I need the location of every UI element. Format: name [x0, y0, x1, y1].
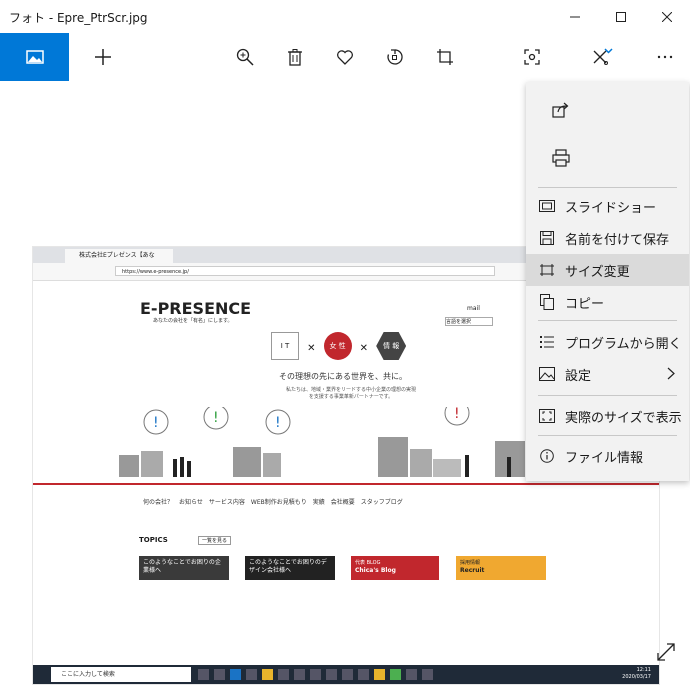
- browser-tab: 株式会社Eプレゼンス【あな: [65, 249, 173, 263]
- edit-dropdown-button[interactable]: [603, 33, 623, 81]
- chevron-down-icon: [604, 48, 613, 54]
- site-card-1: このようなことでお困りの企業様へ: [139, 556, 229, 580]
- site-logo: E-PRESENCE: [140, 299, 252, 318]
- site-card-3-title: Chica's Blog: [355, 567, 396, 574]
- zoom-in-icon: [236, 48, 254, 66]
- site-divider: [33, 483, 659, 485]
- menu-item-label: 設定: [565, 368, 592, 384]
- menu-item-open-with[interactable]: プログラムから開く: [526, 326, 689, 358]
- crop-icon: [437, 49, 453, 65]
- menu-separator: [538, 395, 677, 396]
- visual-search-button[interactable]: [512, 33, 552, 81]
- heart-icon: [337, 50, 353, 65]
- site-tagline: その理想の先にある世界を、共に。: [279, 372, 407, 381]
- slideshow-icon: [539, 200, 555, 212]
- favorite-button[interactable]: [325, 33, 365, 81]
- rotate-icon: [387, 49, 403, 65]
- title-bar: フォト - Epre_PtrScr.jpg: [0, 0, 690, 33]
- minimize-icon: [570, 16, 580, 17]
- menu-separator: [538, 435, 677, 436]
- window-title: フォト - Epre_PtrScr.jpg: [9, 11, 148, 25]
- windows-taskbar: ここに入力して検索 12:11 2020/03/17: [33, 665, 659, 684]
- resize-icon: [540, 264, 554, 276]
- site-lang-select: 言語を選択: [445, 317, 493, 326]
- trash-icon: [288, 49, 302, 66]
- taskbar-search: ここに入力して検索: [51, 667, 191, 682]
- maximize-icon: [616, 11, 626, 22]
- close-button[interactable]: [644, 0, 690, 33]
- menu-item-copy[interactable]: コピー: [526, 286, 689, 318]
- menu-item-actual-size[interactable]: 実際のサイズで表示: [526, 400, 689, 432]
- site-card-4-title: Recruit: [460, 567, 485, 574]
- delete-button[interactable]: [275, 33, 315, 81]
- menu-separator: [538, 320, 677, 321]
- svg-text:!: !: [454, 407, 460, 422]
- site-description: 私たちは、地域・業界をリードする中小企業の理想の実現を支援する事業革新パートナー…: [286, 387, 417, 400]
- svg-text:!: !: [213, 410, 219, 426]
- menu-item-settings[interactable]: 設定: [526, 358, 689, 390]
- menu-separator: [538, 187, 677, 188]
- taskbar-icons: [198, 669, 433, 680]
- site-card-3: 代表 BLOG Chica's Blog: [351, 556, 439, 580]
- taskbar-date: 2020/03/17: [622, 674, 651, 680]
- site-card-3-small: 代表 BLOG: [355, 560, 381, 566]
- open-with-icon: [540, 336, 554, 348]
- expand-icon: [657, 643, 675, 661]
- close-icon: [662, 11, 672, 22]
- more-options-menu: スライドショー 名前を付けて保存 サイズ変更 コピー プログラムから開く 設定 …: [526, 82, 689, 481]
- fullscreen-button[interactable]: [652, 638, 680, 666]
- more-button[interactable]: [645, 33, 685, 81]
- site-card-4: 採用情報 Recruit: [456, 556, 546, 580]
- picture-icon: [25, 50, 44, 64]
- rotate-button[interactable]: [375, 33, 415, 81]
- it-box: I T: [271, 332, 299, 360]
- svg-text:!: !: [153, 415, 159, 431]
- plus-icon: [95, 49, 111, 65]
- photos-home-button[interactable]: [0, 33, 69, 81]
- more-icon: [657, 55, 673, 59]
- menu-item-label: 実際のサイズで表示: [565, 410, 682, 426]
- site-card-2: このようなことでお困りのデザイン会社様へ: [245, 556, 335, 580]
- taskbar-time: 12:11: [636, 667, 651, 673]
- menu-item-save-as[interactable]: 名前を付けて保存: [526, 222, 689, 254]
- site-topics-heading: TOPICS: [139, 536, 168, 544]
- menu-item-file-info[interactable]: ファイル情報: [526, 440, 689, 472]
- taskbar-clock: 12:11 2020/03/17: [622, 667, 651, 681]
- actual-size-icon: [539, 409, 555, 423]
- site-concept: I T ✕ 女 性 ✕ 情 報: [271, 332, 407, 360]
- site-topics-more: 一覧を見る: [198, 536, 232, 545]
- menu-item-label: 名前を付けて保存: [565, 232, 670, 248]
- crop-button[interactable]: [425, 33, 465, 81]
- female-circle: 女 性: [323, 332, 352, 360]
- zoom-button[interactable]: [225, 33, 265, 81]
- save-icon: [540, 231, 554, 245]
- info-icon: [540, 449, 554, 463]
- copy-icon: [540, 294, 554, 310]
- menu-item-slideshow[interactable]: スライドショー: [526, 190, 689, 222]
- print-button[interactable]: [526, 136, 689, 180]
- minimize-button[interactable]: [552, 0, 598, 33]
- site-logo-subtitle: あなたの会社を「有名」にします。: [153, 318, 233, 324]
- maximize-button[interactable]: [598, 0, 644, 33]
- info-hex: 情 報: [376, 332, 407, 360]
- toolbar: [0, 33, 690, 81]
- settings-icon: [539, 367, 555, 381]
- menu-item-label: コピー: [565, 296, 605, 312]
- site-mail-link: mail: [467, 305, 480, 312]
- site-card-4-small: 採用情報: [460, 560, 481, 566]
- add-button[interactable]: [83, 33, 123, 81]
- printer-icon: [552, 149, 570, 167]
- menu-item-label: サイズ変更: [565, 264, 630, 280]
- share-icon: [552, 102, 569, 118]
- svg-text:!: !: [275, 415, 281, 431]
- menu-item-label: プログラムから開く: [565, 336, 682, 352]
- share-button[interactable]: [526, 87, 689, 131]
- site-global-nav: 何の会社？ お知らせ サービス内容 WEB制作お見積もり 実績 会社概要 スタッ…: [143, 499, 403, 506]
- menu-item-label: スライドショー: [565, 200, 657, 216]
- menu-item-resize[interactable]: サイズ変更: [526, 254, 689, 286]
- menu-item-label: ファイル情報: [565, 450, 644, 466]
- lens-icon: [524, 49, 540, 65]
- browser-url: https://www.e-presence.jp/: [115, 266, 495, 276]
- chevron-right-icon: [667, 367, 675, 380]
